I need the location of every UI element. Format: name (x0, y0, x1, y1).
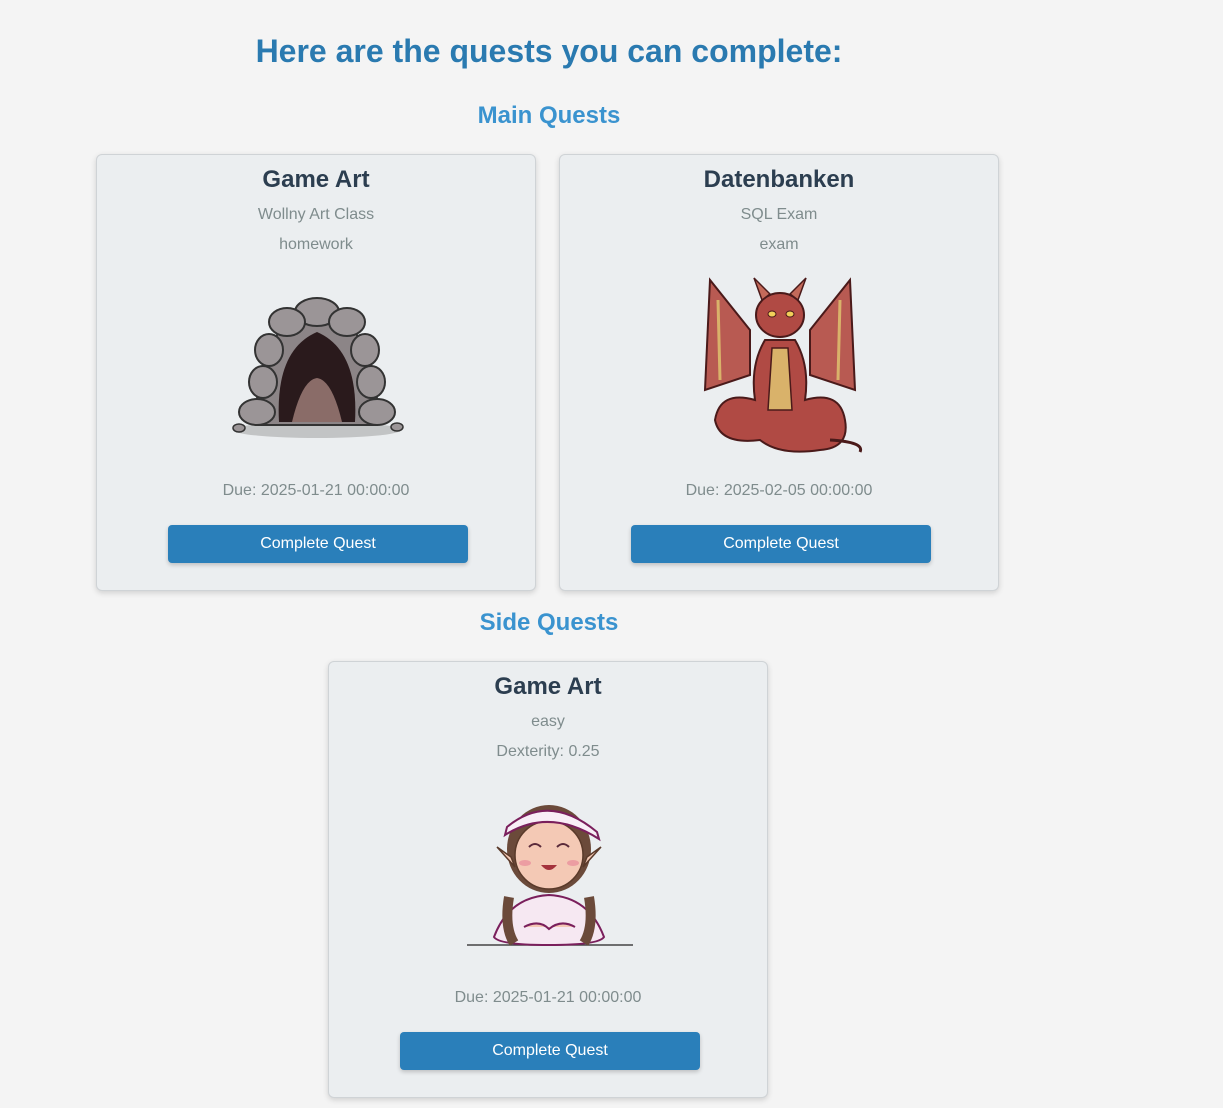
quest-card-datenbanken: Datenbanken SQL Exam exam Due: 2025-02-0… (559, 154, 999, 591)
quest-type: exam (759, 236, 799, 253)
quest-title: Datenbanken (703, 166, 855, 193)
quest-course: Wollny Art Class (257, 206, 375, 223)
quest-title: Game Art (262, 166, 370, 193)
quest-stat: Dexterity: 0.25 (496, 743, 600, 760)
quest-due-date: Due: 2025-02-05 00:00:00 (685, 482, 873, 499)
elf-girl-image (467, 805, 633, 947)
quest-course: SQL Exam (740, 206, 818, 223)
quest-difficulty: easy (531, 713, 565, 730)
quest-due-date: Due: 2025-01-21 00:00:00 (454, 989, 642, 1006)
complete-quest-button[interactable]: Complete Quest (168, 525, 468, 563)
complete-quest-button[interactable]: Complete Quest (631, 525, 931, 563)
quest-due-date: Due: 2025-01-21 00:00:00 (222, 482, 410, 499)
dragon-image (703, 277, 863, 453)
page-title: Here are the quests you can complete: (255, 33, 843, 69)
quest-card-game-art: Game Art Wollny Art Class homework Due: … (96, 154, 536, 591)
side-quests-heading: Side Quests (479, 609, 619, 636)
quest-type: homework (279, 236, 353, 253)
quest-card-side-game-art: Game Art easy Dexterity: 0.25 Due: 2025-… (328, 661, 768, 1098)
quest-title: Game Art (494, 673, 602, 700)
main-quests-heading: Main Quests (477, 102, 621, 129)
cave-image (232, 297, 404, 438)
complete-quest-button[interactable]: Complete Quest (400, 1032, 700, 1070)
